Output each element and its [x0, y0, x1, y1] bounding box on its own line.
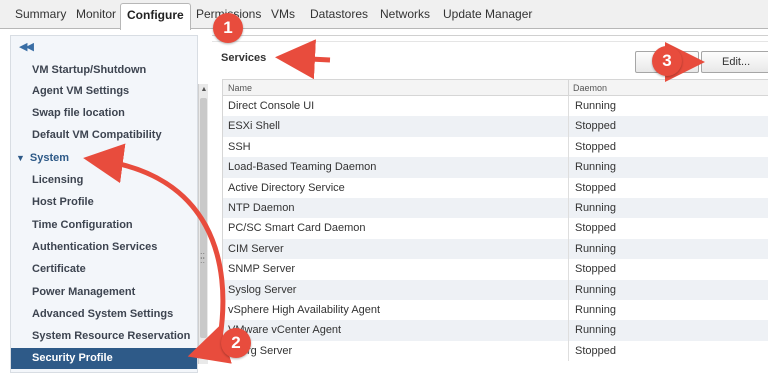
arrow-to-services-title: [275, 39, 331, 80]
callout-2: 2: [221, 328, 251, 358]
callout-1: 1: [213, 13, 243, 43]
callout-3: 3: [652, 46, 682, 76]
arrow-2-to-system: [83, 143, 226, 339]
arrow-2-to-security-profile: [187, 325, 232, 364]
